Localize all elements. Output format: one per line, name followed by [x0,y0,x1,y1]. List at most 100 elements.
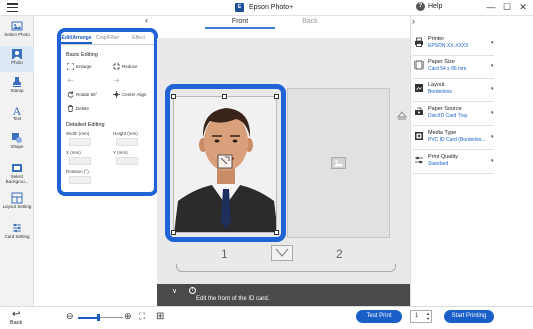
nav-item-select-background[interactable]: Select Backgrou... [0,160,34,186]
test-print-button[interactable]: Test Print [356,310,402,323]
x-label: X (mm) [66,150,81,155]
tab-back[interactable]: Back [275,17,345,29]
text-icon: A [13,104,22,116]
app-logo-icon: E [235,3,244,12]
tab-crop-filter[interactable]: Crop/Filter [92,32,123,44]
divider [412,55,494,56]
help-label: Help [428,3,443,10]
tray-up-icon[interactable] [397,110,407,120]
card-icon [13,223,21,233]
resize-handle-bottom-right[interactable] [274,230,279,235]
menu-icon[interactable] [7,3,18,12]
zoom-slider-thumb[interactable] [96,314,100,321]
center-align-button[interactable]: Center Align [113,91,147,98]
rotate-label: Rotate 90° [76,92,98,97]
setting-paper-size-title: Paper Size [428,59,455,65]
nav-label-card-setting: Card Setting [4,234,30,239]
tab-edit-arrange[interactable]: Edit/Arrange [61,32,92,44]
start-printing-button[interactable]: Start Printing [444,310,494,323]
setting-paper-source-value: Disc/ID Card Tray [428,113,468,119]
y-label: Y (mm) [113,150,128,155]
app-title: Epson Photo+ [249,4,294,11]
nav-item-stamp[interactable]: Stamp [0,74,34,100]
rotate-button[interactable]: Rotate 90° [67,91,97,98]
enlarge-button[interactable]: Enlarge [67,63,92,70]
card-number-1: 1 [221,247,228,261]
divider [412,173,494,174]
person-photo-icon [12,49,22,59]
tab-effect[interactable]: Effect [123,32,154,44]
nav-label-stamp: Stamp [10,88,24,93]
setting-print-quality[interactable]: Print Quality Standard ▾ [410,152,496,172]
move-left-button[interactable] [67,77,74,84]
setting-layout[interactable]: Layout Borderless ▾ [410,80,496,100]
setting-paper-source-title: Paper Source [428,106,462,112]
setting-media-type-title: Media Type [428,130,457,136]
rotate-icon [67,91,74,98]
grid-icon[interactable]: ⊞ [156,311,164,322]
nav-item-card-setting[interactable]: Card Setting [0,220,34,246]
id-photo[interactable] [173,96,277,233]
paper-size-icon [414,60,424,70]
nav-item-photo[interactable]: Photo [0,46,34,72]
resize-handle-bottom-left[interactable] [171,230,176,235]
rotation-field[interactable] [69,176,91,184]
chevron-down-icon: ▾ [491,134,494,140]
resize-handle-top-left[interactable] [171,94,176,99]
detailed-editing-title: Detailed Editing [66,122,105,128]
y-field[interactable] [116,157,138,165]
paper-source-icon [415,107,423,115]
nav-label-select-photo: Select Photo [4,32,30,37]
back-label[interactable]: Back [10,320,22,326]
close-button[interactable]: ✕ [516,1,530,14]
arrow-right-icon [114,78,120,83]
setting-media-type[interactable]: Media Type PVC ID Card (Borderles... ▾ [410,128,496,148]
image-placeholder-icon [331,157,346,169]
setting-paper-size[interactable]: Paper Size Card 54 x 86 mm ▾ [410,57,496,77]
width-field[interactable] [69,138,91,146]
setting-printer[interactable]: Printer EPSON XX-XXXX ▾ [410,34,496,54]
tab-front[interactable]: Front [205,17,275,29]
basic-editing-title: Basic Editing [66,52,98,58]
nav-item-text[interactable]: A Text [0,102,34,128]
nav-label-layout-setting: Layout Setting [2,204,32,209]
help-button[interactable]: ? Help [416,2,442,11]
reduce-button[interactable]: Reduce [113,63,138,70]
swap-icon [275,248,289,257]
divider [412,125,494,126]
maximize-button[interactable]: ☐ [500,1,514,14]
divider [412,101,494,102]
edit-tabs: Edit/Arrange Crop/Filter Effect [61,32,154,45]
x-field[interactable] [69,157,91,165]
nav-item-shape[interactable]: Shape [0,130,34,156]
zoom-in-icon[interactable]: ⊕ [124,311,132,322]
stamp-icon [13,77,21,87]
back-icon[interactable]: ↩ [12,309,20,320]
setting-paper-size-value: Card 54 x 86 mm [428,66,467,72]
nav-item-select-photo[interactable]: Select Photo [0,18,34,44]
minimize-button[interactable]: — [484,1,498,14]
height-field[interactable] [116,138,138,146]
help-icon: ? [416,2,425,11]
zoom-out-icon[interactable]: ⊖ [66,311,74,322]
nav-label-shape: Shape [10,144,24,149]
info-collapse-button[interactable]: ∨ [172,287,177,295]
reduce-icon [113,63,120,70]
chevron-down-icon: ▾ [491,110,494,116]
arrow-left-icon [67,78,73,83]
edit-panel-collapse-button[interactable]: ‹ [145,15,148,25]
swap-cards-button[interactable] [271,245,293,261]
resize-handle-top[interactable] [222,94,227,99]
copies-stepper[interactable]: ▲ ▼ [426,311,430,321]
delete-button[interactable]: Delete [67,105,89,112]
rotation-label: Rotation (°) [66,169,89,174]
title-bar: E Epson Photo+ ? Help — ☐ ✕ [0,0,533,16]
setting-paper-source[interactable]: Paper Source Disc/ID Card Tray ▾ [410,104,496,124]
chevron-down-icon: ▾ [491,63,494,69]
fit-to-window-icon[interactable]: ⛶ [139,311,145,322]
setting-layout-title: Layout [428,82,445,88]
nav-item-layout-setting[interactable]: Layout Setting [0,190,34,216]
move-right-button[interactable] [113,77,120,84]
resize-handle-top-right[interactable] [274,94,279,99]
settings-collapse-button[interactable]: › [412,16,415,26]
